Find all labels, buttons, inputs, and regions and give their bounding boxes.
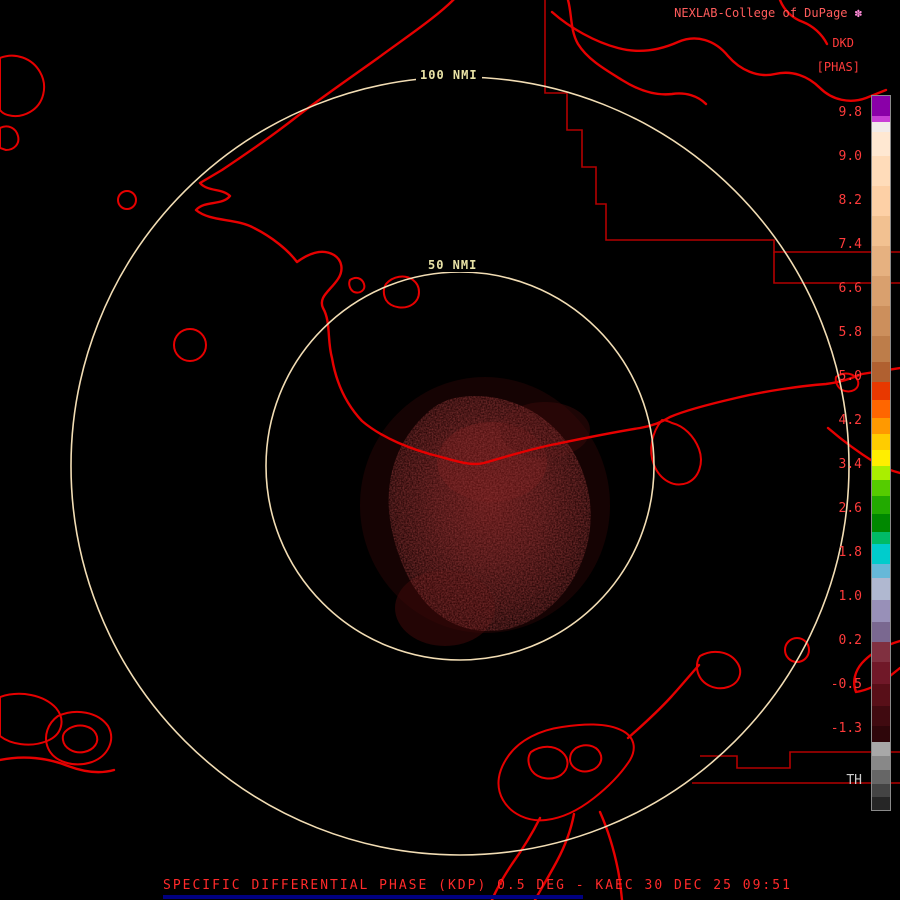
scale-label: -1.3 [830, 721, 862, 736]
colorbar-segment [872, 496, 890, 514]
scale-label: -0.5 [830, 677, 862, 692]
river-northeast-1 [550, 10, 888, 102]
colorbar-segment [872, 642, 890, 662]
colorbar-segment [872, 706, 890, 726]
colorbar-segment [872, 156, 890, 186]
scale-label: 9.8 [838, 105, 862, 120]
scale-label: 5.8 [838, 325, 862, 340]
colorbar-segment [872, 742, 890, 756]
colorbar-segment [872, 466, 890, 480]
colorbar-segment [872, 480, 890, 496]
bay-inlet [650, 419, 702, 486]
site-title-text: NEXLAB-College of DuPage [674, 6, 848, 20]
radar-display: 100 NMI 50 NMI NEXLAB-College of DuPage … [0, 0, 900, 900]
scale-label: 0.2 [838, 633, 862, 648]
scale-label: 5.0 [838, 369, 862, 384]
colorbar-segment [872, 216, 890, 246]
cod-logo-icon: ✽ [854, 6, 862, 20]
colorbar-segment [872, 514, 890, 532]
scale-label: 7.4 [838, 237, 862, 252]
colorbar-segment [872, 400, 890, 418]
small-lake-east [784, 637, 810, 663]
lake-southwest-inner [61, 724, 99, 754]
coastline-main [194, 0, 900, 466]
small-lake-west-1 [117, 190, 137, 210]
colorbar-segment [872, 544, 890, 564]
map-canvas [0, 0, 900, 900]
bottom-blue-line [163, 895, 583, 899]
islet-center-north-2 [348, 276, 366, 294]
colorbar-segment [872, 246, 890, 276]
site-title: NEXLAB-College of DuPage ✽ [674, 6, 862, 20]
colorbar-segment [872, 726, 890, 742]
colorbar-segment [872, 336, 890, 362]
scale-label: 2.6 [838, 501, 862, 516]
scale-threshold-label: TH [846, 773, 862, 788]
product-units: [PHAS] [816, 60, 860, 74]
colorbar-segment [872, 784, 890, 797]
colorbar-segment [872, 132, 890, 156]
product-caption: SPECIFIC DIFFERENTIAL PHASE (KDP) 0.5 DE… [163, 878, 792, 893]
colorbar-segment [872, 622, 890, 642]
radar-echo [360, 377, 610, 646]
lake-south-inner-2 [569, 744, 603, 773]
colorbar-segment [872, 564, 890, 578]
colorbar-segment [872, 362, 890, 382]
small-lake-west-2 [173, 328, 207, 362]
product-code: DKD [832, 36, 854, 50]
colorbar-segment [872, 684, 890, 706]
range-ring-label-100nmi: 100 NMI [416, 68, 482, 82]
colorbar-segment [872, 600, 890, 622]
colorbar-segment [872, 434, 890, 450]
lake-northwest-2 [0, 125, 20, 151]
colorbar [871, 95, 891, 811]
scale-label: 8.2 [838, 193, 862, 208]
lake-northwest [0, 54, 46, 118]
colorbar-segment [872, 532, 890, 544]
colorbar-segment [872, 306, 890, 336]
scale-label: 1.0 [838, 589, 862, 604]
colorbar-segment [872, 276, 890, 306]
scale-label: 9.0 [838, 149, 862, 164]
lake-southwest-2 [45, 710, 113, 766]
river-south-northeast [626, 663, 701, 740]
colorbar-segment [872, 797, 890, 810]
lake-south-inner-1 [527, 745, 569, 780]
county-line [700, 751, 900, 769]
colorbar-segment [872, 382, 890, 400]
colorbar-segment [872, 418, 890, 434]
colorbar-segment [872, 662, 890, 684]
lake-southwest-1 [0, 692, 63, 746]
colorbar-segment [872, 578, 890, 600]
colorbar-segment [872, 96, 890, 116]
lake-south-east-oval [695, 650, 742, 690]
colorbar-segment [872, 450, 890, 466]
scale-label: 1.8 [838, 545, 862, 560]
scale-label: 4.2 [838, 413, 862, 428]
colorbar-segment [872, 756, 890, 770]
colorbar-segment [872, 770, 890, 784]
scale-label: 3.4 [838, 457, 862, 472]
scale-label: 6.6 [838, 281, 862, 296]
colorbar-segment [872, 122, 890, 132]
lake-south-outline [497, 723, 635, 822]
range-ring-label-50nmi: 50 NMI [424, 258, 482, 272]
colorbar-segment [872, 186, 890, 216]
